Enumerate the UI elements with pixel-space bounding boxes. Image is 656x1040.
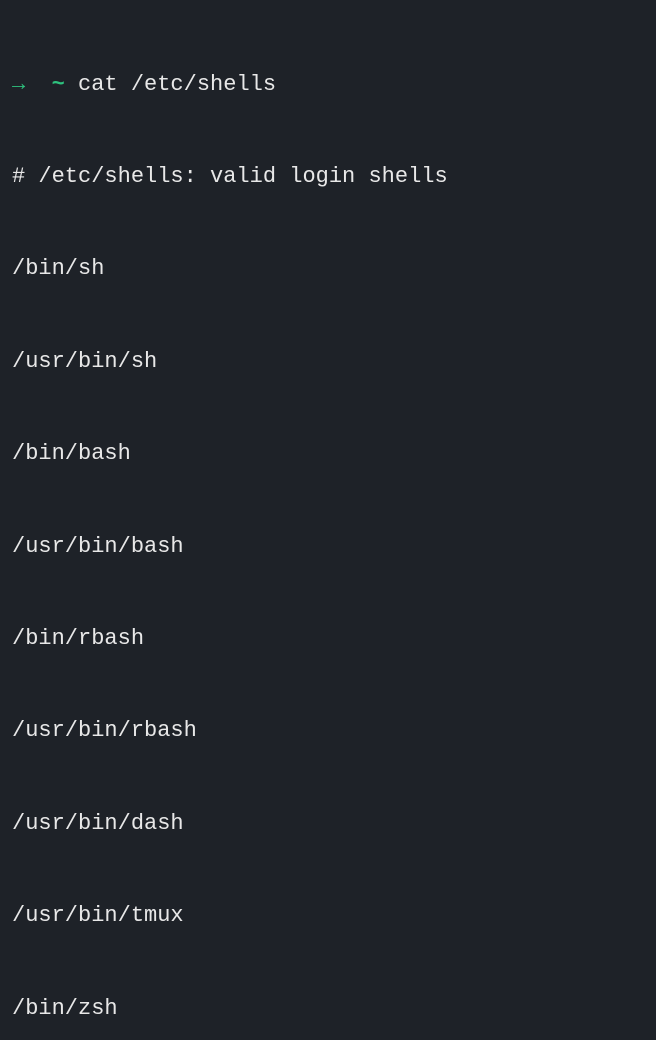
terminal-output[interactable]: → ~ cat /etc/shells # /etc/shells: valid… (12, 8, 644, 1040)
command-text: cat /etc/shells (78, 70, 276, 101)
output-line: /usr/bin/dash (12, 809, 644, 840)
output-comment: # /etc/shells: valid login shells (12, 162, 644, 193)
output-line: /bin/zsh (12, 994, 644, 1025)
output-line: /bin/bash (12, 439, 644, 470)
output-line: /bin/sh (12, 254, 644, 285)
output-line: /usr/bin/bash (12, 532, 644, 563)
prompt-line-1: → ~ cat /etc/shells (12, 70, 644, 101)
output-line: /usr/bin/rbash (12, 716, 644, 747)
output-line: /bin/rbash (12, 624, 644, 655)
prompt-cwd: ~ (52, 70, 65, 101)
output-line: /usr/bin/sh (12, 347, 644, 378)
output-line: /usr/bin/tmux (12, 901, 644, 932)
prompt-arrow-icon: → (12, 70, 25, 101)
